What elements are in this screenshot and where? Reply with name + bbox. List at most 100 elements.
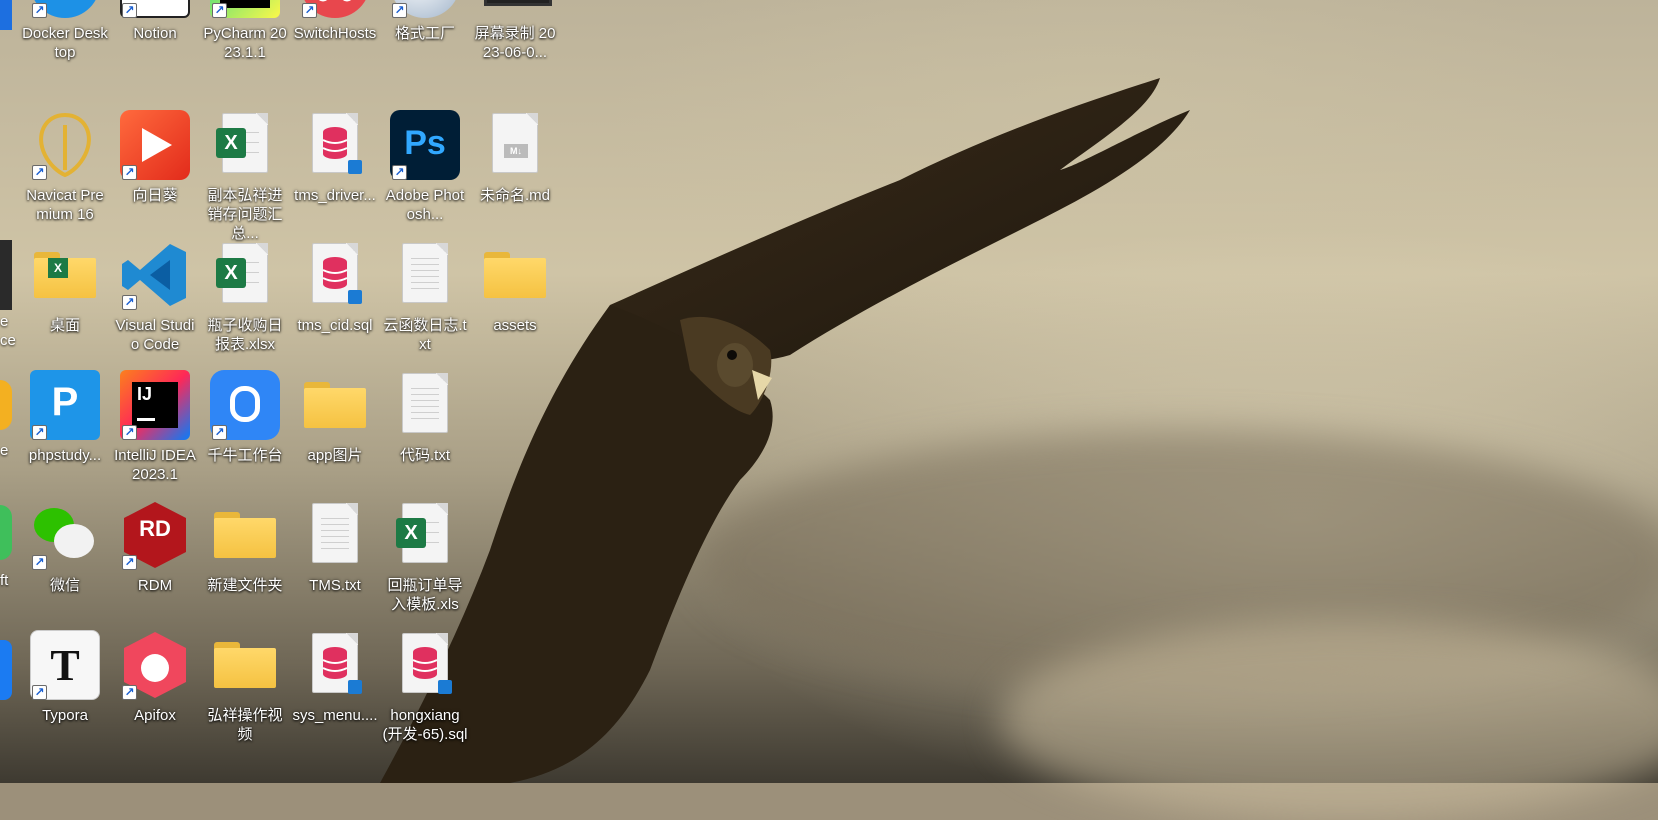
desktop-icon-label: Navicat Premium 16 bbox=[26, 187, 104, 223]
partial-icon-edge bbox=[0, 240, 12, 310]
desktop-icon-desktop-folder[interactable]: X 桌面 bbox=[20, 240, 110, 376]
photoshop-icon: Ps ↗ bbox=[390, 110, 460, 180]
sql-file-icon bbox=[300, 110, 370, 180]
markdown-file-icon: M↓ bbox=[480, 110, 550, 180]
desktop-icon-label: SwitchHosts bbox=[293, 25, 377, 42]
desktop-icon-label: IntelliJ IDEA 2023.1 bbox=[114, 447, 196, 483]
desktop-icon-docker[interactable]: ↗ Docker Desktop bbox=[20, 0, 110, 84]
partial-icon-label: e bbox=[0, 442, 9, 459]
desktop-icon-label: RDM bbox=[137, 577, 173, 594]
text-file-icon bbox=[390, 240, 460, 310]
desktop-icon-sunlogin[interactable]: ↗ 向日葵 bbox=[110, 110, 200, 246]
sql-file-icon bbox=[300, 630, 370, 700]
shortcut-arrow-icon: ↗ bbox=[122, 295, 137, 310]
rdm-icon: RD ↗ bbox=[120, 500, 190, 570]
sql-file-icon bbox=[300, 240, 370, 310]
desktop-icon-return-order[interactable]: X 回瓶订单导入模板.xls bbox=[380, 500, 470, 636]
qianniu-icon: ↗ bbox=[210, 370, 280, 440]
desktop-icon-label: tms_driver... bbox=[294, 187, 376, 204]
desktop-icon-format-factory[interactable]: ↗ 格式工厂 bbox=[380, 0, 470, 84]
desktop-icon-label: 回瓶订单导入模板.xls bbox=[387, 577, 463, 613]
desktop-icon-wechat[interactable]: ↗ 微信 bbox=[20, 500, 110, 636]
docker-whale-icon: ↗ bbox=[30, 0, 100, 18]
folder-icon bbox=[480, 240, 550, 310]
shortcut-arrow-icon: ↗ bbox=[122, 685, 137, 700]
desktop-icon-untitled-md[interactable]: M↓ 未命名.md bbox=[470, 110, 560, 246]
desktop-icon-photoshop[interactable]: Ps ↗ Adobe Photosh... bbox=[380, 110, 470, 246]
shortcut-arrow-icon: ↗ bbox=[392, 165, 407, 180]
desktop-icon-rdm[interactable]: RD ↗ RDM bbox=[110, 500, 200, 636]
folder-excel-icon: X bbox=[30, 240, 100, 310]
desktop-icon-label: 云函数日志.txt bbox=[383, 317, 467, 353]
desktop-icon-label: sys_menu.... bbox=[292, 707, 378, 724]
desktop-icon-label: 微信 bbox=[49, 577, 80, 594]
desktop-icon-vscode[interactable]: ↗ Visual Studio Code bbox=[110, 240, 200, 376]
desktop-icon-label: 向日葵 bbox=[132, 187, 178, 204]
partial-icon-edge bbox=[0, 505, 12, 560]
video-file-icon bbox=[480, 0, 552, 18]
sunlogin-icon: ↗ bbox=[120, 110, 190, 180]
desktop-icon-code-txt[interactable]: 代码.txt bbox=[380, 370, 470, 506]
text-file-icon bbox=[390, 370, 460, 440]
shortcut-arrow-icon: ↗ bbox=[212, 425, 227, 440]
shortcut-arrow-icon: ↗ bbox=[302, 3, 317, 18]
desktop-icon-label: 格式工厂 bbox=[394, 25, 455, 42]
desktop-icon-label: tms_cid.sql bbox=[297, 317, 373, 334]
pycharm-icon: PC ↗ bbox=[210, 0, 280, 18]
desktop-icon-label: Visual Studio Code bbox=[115, 317, 195, 353]
desktop-icon-qianniu[interactable]: ↗ 千牛工作台 bbox=[200, 370, 290, 506]
shortcut-arrow-icon: ↗ bbox=[392, 3, 407, 18]
desktop-icon-label: 弘祥操作视频 bbox=[207, 707, 283, 743]
desktop-icon-label: 副本弘祥进销存问题汇总... bbox=[207, 187, 283, 242]
notion-icon: N↗ bbox=[120, 0, 190, 18]
shortcut-arrow-icon: ↗ bbox=[32, 425, 47, 440]
desktop-icon-label: hongxiang(开发-65).sql bbox=[382, 707, 468, 743]
desktop-icon-label: Typora bbox=[42, 707, 88, 724]
desktop-icon-tms-driver[interactable]: tms_driver... bbox=[290, 110, 380, 246]
desktop-icon-label: 瓶子收购日报表.xlsx bbox=[207, 317, 283, 353]
shortcut-arrow-icon: ↗ bbox=[32, 3, 47, 18]
desktop-icon-label: 桌面 bbox=[49, 317, 80, 334]
desktop-icon-hongxiang-sql[interactable]: hongxiang(开发-65).sql bbox=[380, 630, 470, 766]
desktop-icon-notion[interactable]: N↗ Notion bbox=[110, 0, 200, 84]
desktop-icon-label: app图片 bbox=[307, 447, 363, 464]
desktop-icon-idea[interactable]: IJ ↗ IntelliJ IDEA 2023.1 bbox=[110, 370, 200, 506]
desktop-icon-assets[interactable]: assets bbox=[470, 240, 560, 376]
desktop-icon-sys-menu[interactable]: sys_menu.... bbox=[290, 630, 380, 766]
desktop-icon-excel-copy[interactable]: X 副本弘祥进销存问题汇总... bbox=[200, 110, 290, 246]
desktop-icon-pycharm[interactable]: PC ↗ PyCharm 2023.1.1 bbox=[200, 0, 290, 84]
desktop-icon-tms-txt[interactable]: TMS.txt bbox=[290, 500, 380, 636]
desktop-icon-tms-cid[interactable]: tms_cid.sql bbox=[290, 240, 380, 376]
desktop-icon-typora[interactable]: T ↗ Typora bbox=[20, 630, 110, 766]
apifox-icon: ↗ bbox=[120, 630, 190, 700]
desktop-icon-bottle-report[interactable]: X 瓶子收购日报表.xlsx bbox=[200, 240, 290, 376]
desktop-icon-label: 千牛工作台 bbox=[207, 447, 283, 464]
desktop-icon-navicat[interactable]: ↗ Navicat Premium 16 bbox=[20, 110, 110, 246]
desktop-icon-operation-video[interactable]: 弘祥操作视频 bbox=[200, 630, 290, 766]
desktop-icon-app-images[interactable]: app图片 bbox=[290, 370, 380, 506]
partial-icon-edge bbox=[0, 640, 12, 700]
wechat-icon: ↗ bbox=[30, 500, 100, 570]
desktop-icon-switchhosts[interactable]: ↗ SwitchHosts bbox=[290, 0, 380, 84]
shortcut-arrow-icon: ↗ bbox=[122, 425, 137, 440]
vscode-icon: ↗ bbox=[120, 240, 190, 310]
desktop-icon-apifox[interactable]: ↗ Apifox bbox=[110, 630, 200, 766]
folder-icon bbox=[210, 500, 280, 570]
folder-icon bbox=[210, 630, 280, 700]
shortcut-arrow-icon: ↗ bbox=[32, 685, 47, 700]
desktop-icon-label: Docker Desktop bbox=[22, 25, 108, 61]
partial-icon-edge bbox=[0, 380, 12, 430]
desktop-icon-new-folder[interactable]: 新建文件夹 bbox=[200, 500, 290, 636]
switchhosts-icon: ↗ bbox=[300, 0, 370, 18]
desktop-icon-screen-recording[interactable]: 屏幕录制 2023-06-0... bbox=[470, 0, 560, 84]
navicat-icon: ↗ bbox=[30, 110, 100, 180]
desktop-icon-label: PyCharm 2023.1.1 bbox=[203, 25, 287, 61]
excel-file-icon: X bbox=[390, 500, 460, 570]
desktop-icon-label: 未命名.md bbox=[479, 187, 550, 204]
desktop-icon-label: 屏幕录制 2023-06-0... bbox=[474, 25, 556, 61]
excel-file-icon: X bbox=[210, 110, 280, 180]
desktop-icon-cloud-log[interactable]: 云函数日志.txt bbox=[380, 240, 470, 376]
desktop-icon-label: Apifox bbox=[134, 707, 176, 724]
shortcut-arrow-icon: ↗ bbox=[122, 165, 137, 180]
desktop-icon-phpstudy[interactable]: P ↗ phpstudy... bbox=[20, 370, 110, 506]
